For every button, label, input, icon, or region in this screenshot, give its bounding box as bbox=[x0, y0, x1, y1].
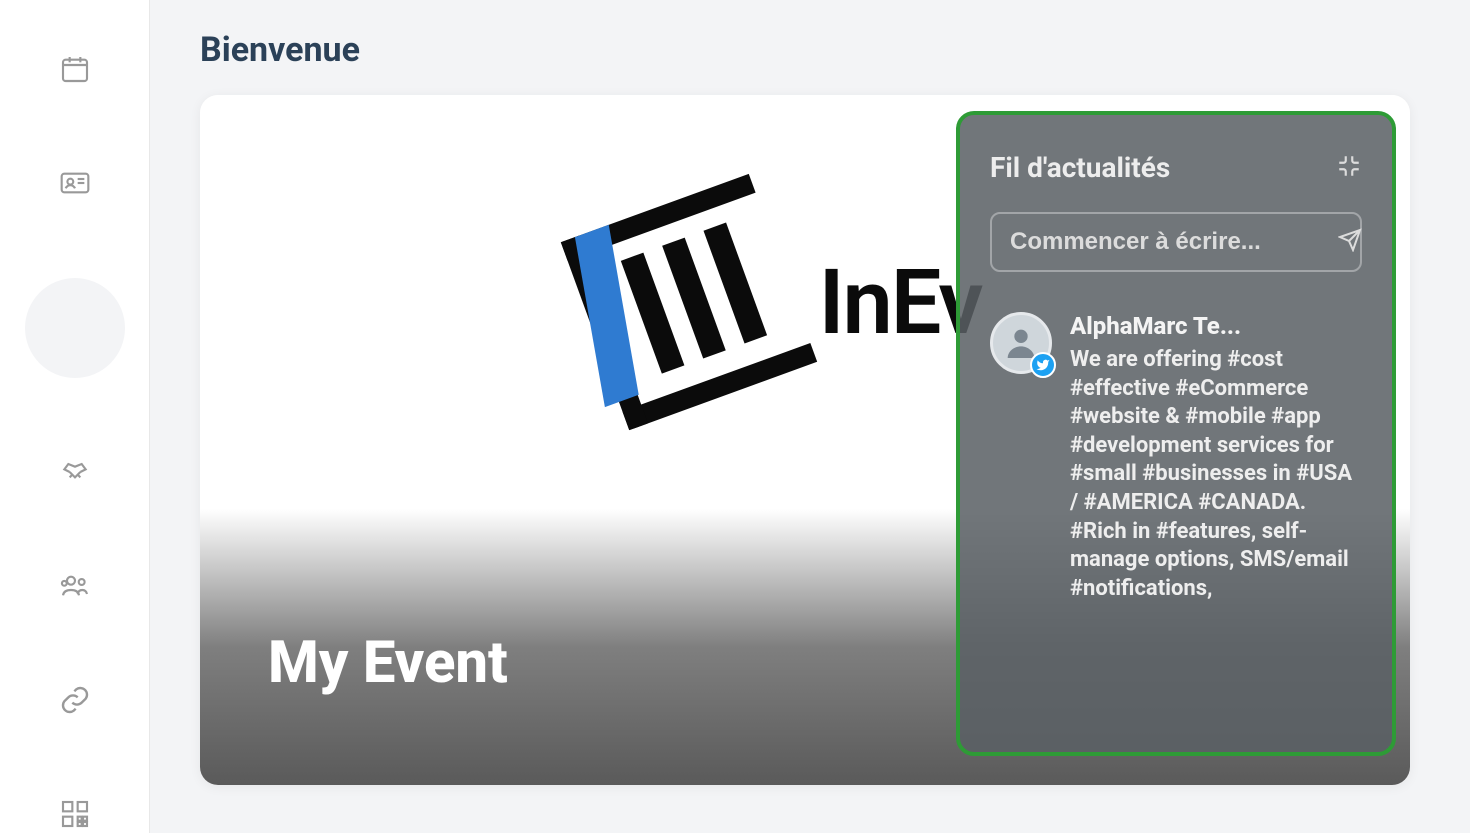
event-card[interactable]: InEv My Event Fil d'actualités bbox=[200, 95, 1410, 785]
sidebar-item-calendar[interactable] bbox=[45, 50, 105, 89]
calendar-icon bbox=[59, 53, 91, 85]
sidebar-item-monitor[interactable] bbox=[25, 278, 125, 378]
feed-post[interactable]: AlphaMarc Te... We are offering #cost #e… bbox=[990, 312, 1362, 603]
page-title: Bienvenue bbox=[200, 30, 1420, 70]
post-author: AlphaMarc Te... bbox=[1070, 312, 1362, 340]
sidebar-item-handshake[interactable] bbox=[45, 453, 105, 492]
post-text: We are offering #cost #effective #eComme… bbox=[1070, 346, 1362, 603]
sidebar bbox=[0, 0, 150, 833]
link-icon bbox=[59, 684, 91, 716]
news-feed-panel: Fil d'actualités bbox=[956, 111, 1396, 756]
handshake-icon bbox=[59, 456, 91, 488]
sidebar-item-qr-code[interactable] bbox=[45, 794, 105, 833]
group-icon bbox=[59, 570, 91, 602]
news-feed-title: Fil d'actualités bbox=[990, 151, 1170, 184]
qr-code-icon bbox=[59, 798, 91, 830]
sidebar-item-group[interactable] bbox=[45, 566, 105, 605]
sidebar-item-link[interactable] bbox=[45, 680, 105, 719]
main-content: Bienvenue InEv My Event Fil d'actualités bbox=[150, 0, 1470, 833]
collapse-icon[interactable] bbox=[1336, 153, 1362, 183]
compose-input[interactable] bbox=[1010, 228, 1338, 256]
sidebar-item-id-card[interactable] bbox=[45, 164, 105, 203]
event-title: My Event bbox=[268, 629, 508, 697]
send-icon[interactable] bbox=[1338, 228, 1362, 256]
brand-logo: InEv bbox=[589, 202, 982, 402]
compose-box[interactable] bbox=[990, 212, 1362, 272]
avatar bbox=[990, 312, 1052, 374]
twitter-icon bbox=[1030, 352, 1056, 378]
id-card-icon bbox=[59, 167, 91, 199]
